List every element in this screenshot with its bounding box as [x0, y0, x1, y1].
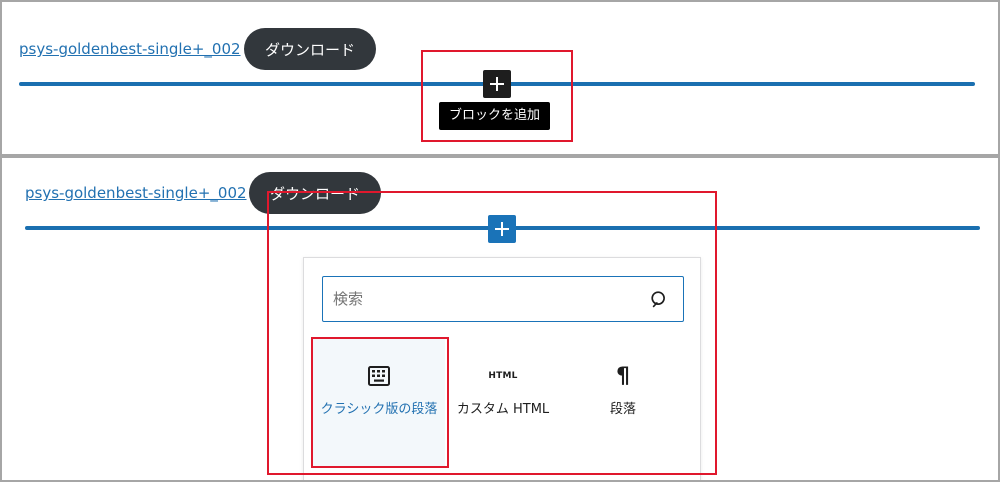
paragraph-icon: ¶: [616, 363, 630, 389]
block-item-classic[interactable]: クラシック版の段落: [313, 338, 445, 466]
download-button[interactable]: ダウンロード: [244, 28, 376, 70]
file-link[interactable]: psys-goldenbest-single+_002: [19, 40, 241, 58]
html-icon: HTML: [488, 371, 518, 381]
classic-block-icon: [368, 364, 390, 388]
add-block-button[interactable]: [483, 70, 511, 98]
search-field[interactable]: [322, 276, 684, 322]
block-item-custom-html[interactable]: HTML カスタム HTML: [437, 338, 569, 466]
block-label: クラシック版の段落: [320, 402, 438, 417]
search-icon: [651, 291, 665, 308]
search-input[interactable]: [333, 277, 633, 321]
plus-icon: [495, 222, 509, 236]
bottom-panel: psys-goldenbest-single+_002 ダウンロード 検索 クラ…: [2, 158, 998, 480]
plus-icon: [490, 77, 504, 91]
block-label: カスタム HTML: [456, 402, 550, 417]
block-label: 段落: [609, 402, 636, 417]
block-item-paragraph[interactable]: ¶ 段落: [557, 338, 689, 466]
add-block-button[interactable]: [488, 215, 516, 243]
add-block-tooltip: ブロックを追加: [439, 102, 551, 130]
file-link[interactable]: psys-goldenbest-single+_002: [25, 184, 247, 202]
block-inserter-popover: クラシック版の段落 HTML カスタム HTML ¶ 段落: [303, 257, 701, 480]
download-button[interactable]: ダウンロード: [249, 172, 381, 214]
top-panel: psys-goldenbest-single+_002 ダウンロード ブロックを…: [2, 2, 998, 154]
